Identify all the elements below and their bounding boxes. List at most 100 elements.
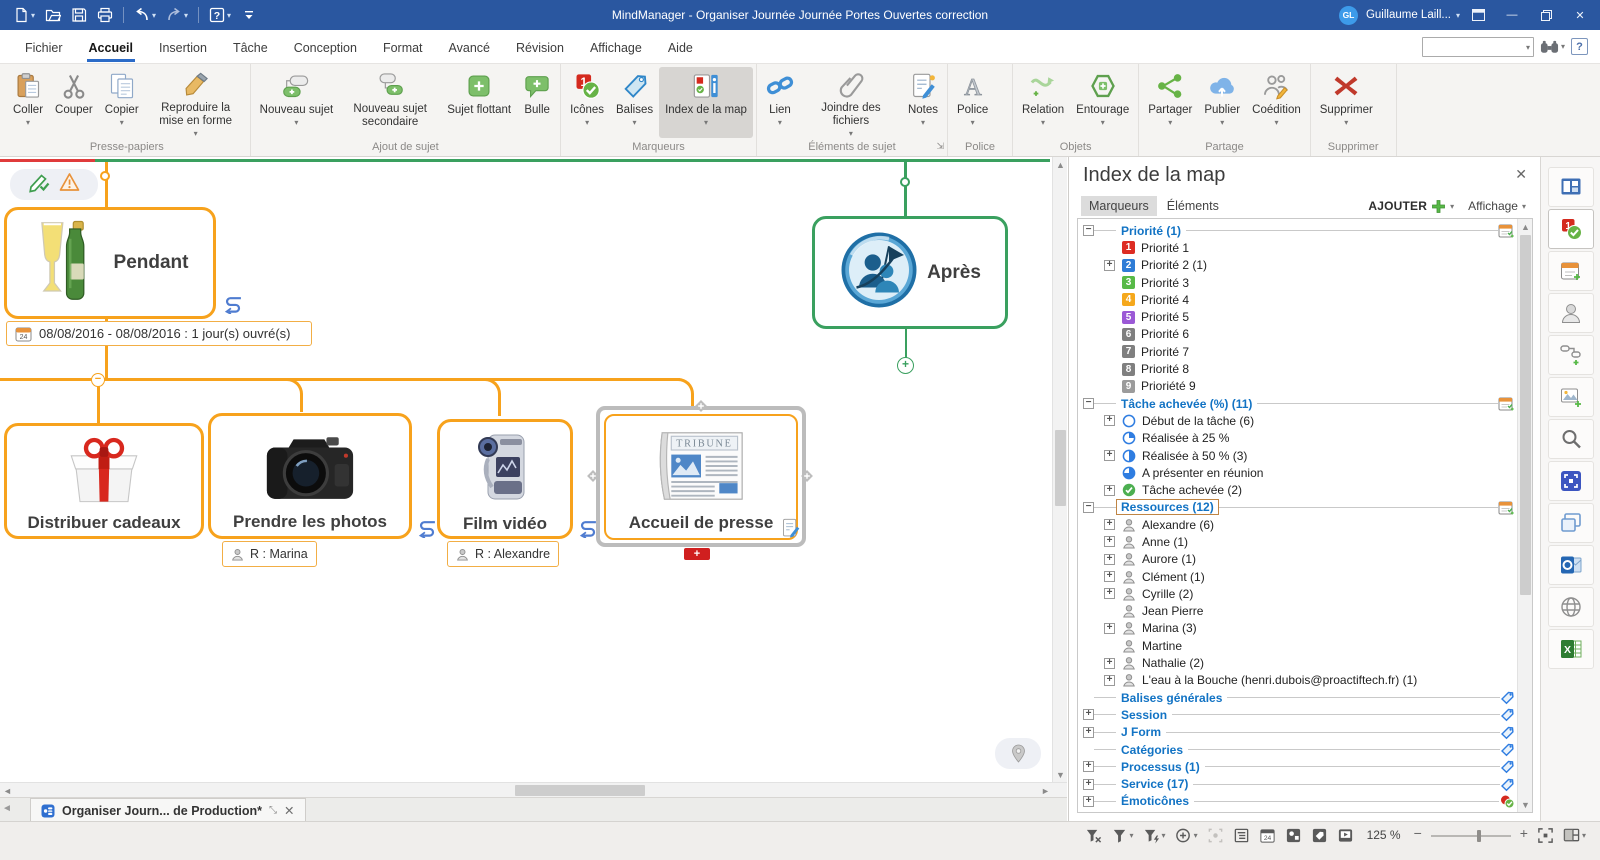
pane-button-map-parts[interactable] — [1548, 167, 1594, 207]
resource-label-marina[interactable]: R : Marina — [222, 541, 317, 567]
tree-item-priori-t-9[interactable]: 9Prioriété 9 — [1083, 378, 1515, 395]
ribbon-button-reproduire-la-mise-en-forme[interactable]: Reproduire la mise en forme▾ — [145, 67, 247, 138]
tree-item-alexandre-6[interactable]: +Alexandre (6) — [1083, 516, 1515, 533]
expand-button[interactable]: + — [897, 357, 914, 374]
expand-box-icon[interactable]: + — [1104, 450, 1115, 461]
tree-section-priorit-1[interactable]: −Priorité (1) — [1083, 222, 1515, 239]
horizontal-scroll-thumb[interactable] — [515, 785, 645, 796]
pane-button-marker-index[interactable]: 1 — [1548, 209, 1594, 249]
tree-section-session[interactable]: +Session — [1083, 706, 1515, 723]
panel-scrollbar[interactable]: ▲ ▼ — [1517, 219, 1532, 812]
tree-section-t-che-achev-e-11[interactable]: −Tâche achevée (%) (11) — [1083, 395, 1515, 412]
expand-box-icon[interactable]: + — [1104, 588, 1115, 599]
ribbon-button-notes[interactable]: Notes▾ — [902, 67, 944, 138]
emoticon-icon[interactable] — [1499, 794, 1515, 809]
tag-icon[interactable] — [1500, 707, 1515, 722]
tree-section-ressources-12[interactable]: −Ressources (12) — [1083, 499, 1515, 516]
help-icon[interactable]: ? — [1571, 38, 1588, 55]
expand-box-icon[interactable]: + — [1083, 779, 1094, 790]
add-dropdown-icon[interactable]: ▾ — [1450, 202, 1454, 211]
fit-map-button[interactable] — [1537, 827, 1554, 844]
warning-icon[interactable] — [58, 172, 81, 197]
tree-item-r-alis-e-50-3[interactable]: +Réalisée à 50 % (3) — [1083, 447, 1515, 464]
calendar-add-icon[interactable] — [1498, 500, 1515, 515]
tree-item-priorit-8[interactable]: 8Priorité 8 — [1083, 360, 1515, 377]
pane-button-task-info[interactable] — [1548, 251, 1594, 291]
topic-film-video[interactable]: Film vidéo — [437, 419, 573, 539]
connector-node[interactable] — [100, 171, 110, 181]
collapse-box-icon[interactable]: − — [1083, 398, 1094, 409]
tree-item-t-che-achev-e-2[interactable]: +Tâche achevée (2) — [1083, 481, 1515, 498]
tree-item-priorit-5[interactable]: 5Priorité 5 — [1083, 308, 1515, 325]
ribbon-button-couper[interactable]: Couper — [49, 67, 99, 138]
tree-item-cl-ment-1[interactable]: +Clément (1) — [1083, 568, 1515, 585]
ribbon-button-relation[interactable]: Relation▾ — [1016, 67, 1070, 138]
locate-pill[interactable] — [995, 738, 1041, 769]
ribbon-button-index-de-la-map[interactable]: Index de la map▾ — [659, 67, 753, 138]
pane-button-excel[interactable]: X — [1548, 629, 1594, 669]
selection-handle-left-icon[interactable] — [586, 469, 600, 488]
tab-scroll-left-icon[interactable]: ◄ — [2, 803, 12, 814]
qat-print-button[interactable] — [92, 2, 118, 28]
qat-open-button[interactable] — [40, 2, 66, 28]
tree-item-priorit-2-1[interactable]: +2Priorité 2 (1) — [1083, 257, 1515, 274]
ribbon-button-balises[interactable]: Balises▾ — [610, 67, 659, 138]
expand-box-icon[interactable]: + — [1104, 675, 1115, 686]
collapse-box-icon[interactable]: − — [1083, 225, 1094, 236]
tree-item-a-pr-senter-en-r-union[interactable]: A présenter en réunion — [1083, 464, 1515, 481]
tree-item-priorit-6[interactable]: 6Priorité 6 — [1083, 326, 1515, 343]
topic-prendre-les-photos[interactable]: Prendre les photos — [208, 413, 412, 539]
ribbon-button-police[interactable]: APolice▾ — [951, 67, 994, 138]
status-filter-button[interactable]: ▾ — [1111, 827, 1134, 844]
pane-button-resources[interactable] — [1548, 293, 1594, 333]
add-plus-icon[interactable] — [1431, 199, 1446, 214]
pane-button-snapshot[interactable] — [1548, 503, 1594, 543]
resource-label-alexandre[interactable]: R : Alexandre — [447, 541, 559, 567]
tree-item-anne-1[interactable]: +Anne (1) — [1083, 533, 1515, 550]
scroll-up-icon[interactable]: ▲ — [1518, 219, 1533, 234]
scroll-right-icon[interactable]: ► — [1038, 783, 1053, 798]
ribbon-button-nouveau-sujet[interactable]: Nouveau sujet▾ — [254, 67, 340, 138]
expand-box-icon[interactable]: + — [1104, 554, 1115, 565]
calendar-add-icon[interactable] — [1498, 223, 1515, 238]
tree-section-cat-gories[interactable]: Catégories — [1083, 741, 1515, 758]
pane-button-map-links[interactable] — [1548, 335, 1594, 375]
relationship-indicator-icon[interactable] — [577, 519, 598, 543]
user-avatar[interactable]: GL — [1339, 6, 1358, 25]
search-input[interactable]: ▾ — [1422, 37, 1534, 57]
topic-notes-icon[interactable] — [780, 517, 801, 544]
tab-r-vision[interactable]: Révision — [503, 32, 577, 62]
tree-item-priorit-4[interactable]: 4Priorité 4 — [1083, 291, 1515, 308]
expand-box-icon[interactable]: + — [1083, 761, 1094, 772]
tree-item-priorit-1[interactable]: 1Priorité 1 — [1083, 239, 1515, 256]
tree-item-nathalie-2[interactable]: +Nathalie (2) — [1083, 654, 1515, 671]
qat-customize-button[interactable] — [236, 2, 262, 28]
tag-icon[interactable] — [1500, 725, 1515, 740]
horizontal-scrollbar[interactable]: ◄ ► — [0, 782, 1067, 797]
pane-button-web[interactable] — [1548, 587, 1594, 627]
zoom-in-button[interactable]: + — [1520, 825, 1528, 841]
tree-section-j-form[interactable]: +J Form — [1083, 724, 1515, 741]
ribbon-button-entourage[interactable]: Entourage▾ — [1070, 67, 1135, 138]
find-binoculars-icon[interactable]: ▾ — [1540, 40, 1565, 54]
close-button[interactable]: ✕ — [1564, 0, 1596, 30]
tree-section-processus-1[interactable]: +Processus (1) — [1083, 758, 1515, 775]
vertical-scrollbar[interactable]: ▲ ▼ — [1052, 157, 1067, 782]
tab-aide[interactable]: Aide — [655, 32, 706, 62]
tab-marqueurs[interactable]: Marqueurs — [1081, 196, 1157, 216]
ribbon-button-bulle[interactable]: Bulle — [517, 67, 557, 138]
ribbon-button-supprimer[interactable]: Supprimer▾ — [1314, 67, 1379, 138]
task-date-label[interactable]: 24 08/08/2016 - 08/08/2016 : 1 jour(s) o… — [6, 321, 312, 346]
search-dropdown-icon[interactable]: ▾ — [1526, 43, 1530, 52]
ribbon-button-lien[interactable]: Lien▾ — [760, 67, 800, 138]
ribbon-button-nouveau-sujet-secondaire[interactable]: Nouveau sujet secondaire — [339, 67, 441, 138]
tab-elements[interactable]: Éléments — [1159, 196, 1227, 216]
qat-new-document-button[interactable]: ▾ — [8, 2, 40, 28]
tab-format[interactable]: Format — [370, 32, 436, 62]
tab-affichage[interactable]: Affichage — [577, 32, 655, 62]
status-autocalc-button[interactable]: ▾ — [1175, 827, 1198, 844]
connector-node[interactable] — [900, 177, 910, 187]
ribbon-button-sujet-flottant[interactable]: Sujet flottant — [441, 67, 517, 138]
scroll-left-icon[interactable]: ◄ — [0, 783, 15, 798]
zoom-out-button[interactable]: − — [1414, 825, 1422, 841]
